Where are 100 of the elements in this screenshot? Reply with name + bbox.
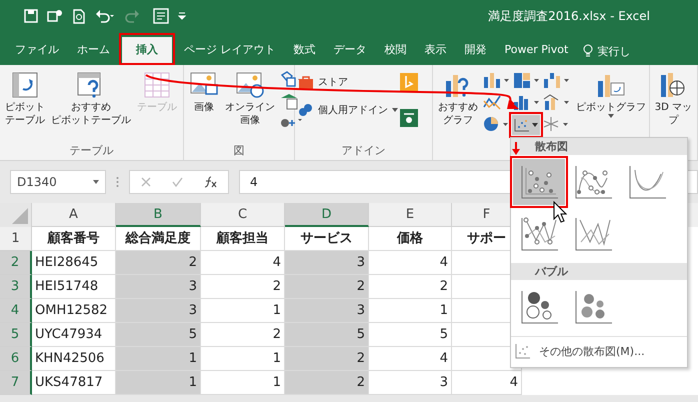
table-cell: 5 [116, 323, 201, 347]
group-label: 図 [232, 143, 246, 159]
more-scatter-charts-item[interactable]: その他の散布図(M)... [511, 336, 687, 365]
undo-icon[interactable] [95, 9, 115, 23]
section-heading: 散布図 [511, 138, 687, 155]
print-preview-icon[interactable] [72, 8, 86, 24]
highlight-frame [510, 156, 568, 208]
name-box[interactable]: D1340 [10, 170, 106, 194]
header-cell: 価格 [369, 227, 452, 251]
table-cell: 4 [369, 251, 452, 275]
ribbon-button[interactable]: ストア [298, 75, 398, 89]
ribbon-tab[interactable]: ホーム [68, 37, 119, 65]
ribbon-tab[interactable]: 校閲 [376, 37, 416, 65]
ribbon-tab[interactable]: 表示 [416, 37, 456, 65]
ribbon-tab[interactable]: ページ レイアウト [175, 37, 284, 65]
customize-caret-icon[interactable] [178, 12, 186, 20]
row-header[interactable]: 4 [0, 299, 32, 323]
histogram-icon[interactable] [512, 93, 540, 111]
form-icon[interactable] [153, 8, 169, 24]
table-cell: 3 [116, 275, 201, 299]
column-header[interactable]: E [369, 203, 452, 227]
ribbon-button[interactable]: オンライン 画像 [222, 69, 277, 143]
smooth-line-icon [627, 164, 667, 200]
caret-icon [93, 180, 99, 184]
table-cell: 4 [369, 347, 452, 371]
tell-me-search[interactable]: 実行し [597, 44, 630, 58]
column-header[interactable]: C [201, 203, 285, 227]
header-cell: 顧客番号 [32, 227, 116, 251]
bubble-chart-icon [519, 289, 559, 325]
bubble-3d-chart-icon [573, 289, 613, 325]
group-label: テーブル [68, 143, 114, 159]
triangle-icon [12, 208, 28, 224]
table-cell: 2 [285, 371, 369, 395]
table-cell: 5 [369, 323, 452, 347]
section-heading: バブル [511, 263, 687, 280]
store-bag-icon [298, 75, 314, 89]
lightbulb-icon[interactable] [583, 44, 594, 58]
ribbon-button[interactable]: ピボット テーブル [3, 69, 47, 143]
column-chart-icon[interactable] [482, 71, 510, 89]
caret-icon [392, 108, 398, 112]
ribbon-tab[interactable]: ファイル [6, 37, 68, 65]
table-cell: 1 [116, 347, 201, 371]
ribbon-button[interactable]: 個人用アドイン [298, 103, 398, 117]
scatter-markers-icon [519, 164, 559, 200]
table-cell: 3 [285, 299, 369, 323]
ribbon-tab[interactable]: 開発 [456, 37, 496, 65]
ribbon-button[interactable]: 画像 [186, 69, 221, 143]
table-cell: 3 [116, 299, 201, 323]
highlight-frame [119, 33, 175, 65]
people-icon [298, 103, 314, 117]
scatter-chart-icon [515, 343, 531, 359]
hierarchy-chart-icon[interactable] [512, 71, 540, 89]
table-cell: 3 [369, 371, 452, 395]
table-icon [143, 71, 171, 99]
pie-chart-icon[interactable] [482, 115, 510, 133]
row-header[interactable]: 5 [0, 323, 32, 347]
table-cell: 2 [285, 347, 369, 371]
insert-function-icon[interactable] [204, 176, 218, 188]
group-label: アドイン [340, 143, 386, 159]
combo-chart-icon[interactable] [542, 93, 570, 111]
waterfall-chart-icon[interactable] [542, 71, 570, 89]
row-header[interactable]: 7 [0, 371, 32, 395]
table-cell: 2 [285, 275, 369, 299]
save-icon[interactable] [24, 9, 38, 23]
bing-maps-icon[interactable] [400, 73, 418, 91]
table-cell: 1 [116, 371, 201, 395]
column-header[interactable]: A [32, 203, 116, 227]
ribbon-tab[interactable]: 数式 [284, 37, 324, 65]
drag-handle-icon[interactable] [116, 176, 119, 188]
mouse-pointer-icon [553, 201, 567, 223]
people-graph-icon[interactable] [400, 109, 418, 127]
check-icon[interactable] [172, 177, 182, 187]
table-cell: 3 [285, 251, 369, 275]
pivot-table-icon [11, 71, 39, 99]
header-cell: 顧客担当 [201, 227, 285, 251]
smooth-line-markers-icon [573, 164, 613, 200]
row-header[interactable]: 6 [0, 347, 32, 371]
online-picture-icon [234, 71, 265, 99]
ribbon-button[interactable]: おすすめ ピボットテーブル [49, 69, 133, 143]
window-title: 満足度調査2016.xlsx - Excel [488, 8, 650, 24]
annotation-arrow [512, 142, 520, 155]
straight-line-markers-icon [519, 216, 559, 252]
column-header[interactable]: D [285, 203, 369, 227]
row-header[interactable]: 2 [0, 251, 32, 275]
ribbon-tab[interactable]: Power Pivot [496, 37, 578, 65]
row-header[interactable]: 3 [0, 275, 32, 299]
radar-chart-icon[interactable] [542, 115, 570, 133]
ribbon-tab[interactable]: データ [324, 37, 376, 65]
caret-icon [532, 123, 538, 127]
table-cell: 2 [369, 275, 452, 299]
row-header[interactable]: 1 [0, 227, 32, 251]
ribbon-button[interactable]: おすすめ グラフ [436, 69, 480, 160]
scatter-chart-icon [514, 118, 530, 132]
caret-icon [608, 114, 614, 118]
column-header[interactable]: B [116, 203, 201, 227]
touch-mode-icon[interactable] [47, 9, 63, 23]
straight-line-icon [573, 216, 613, 252]
scatter-chart-button[interactable] [512, 115, 540, 135]
table-cell: 5 [285, 323, 369, 347]
table-cell: 1 [369, 299, 452, 323]
